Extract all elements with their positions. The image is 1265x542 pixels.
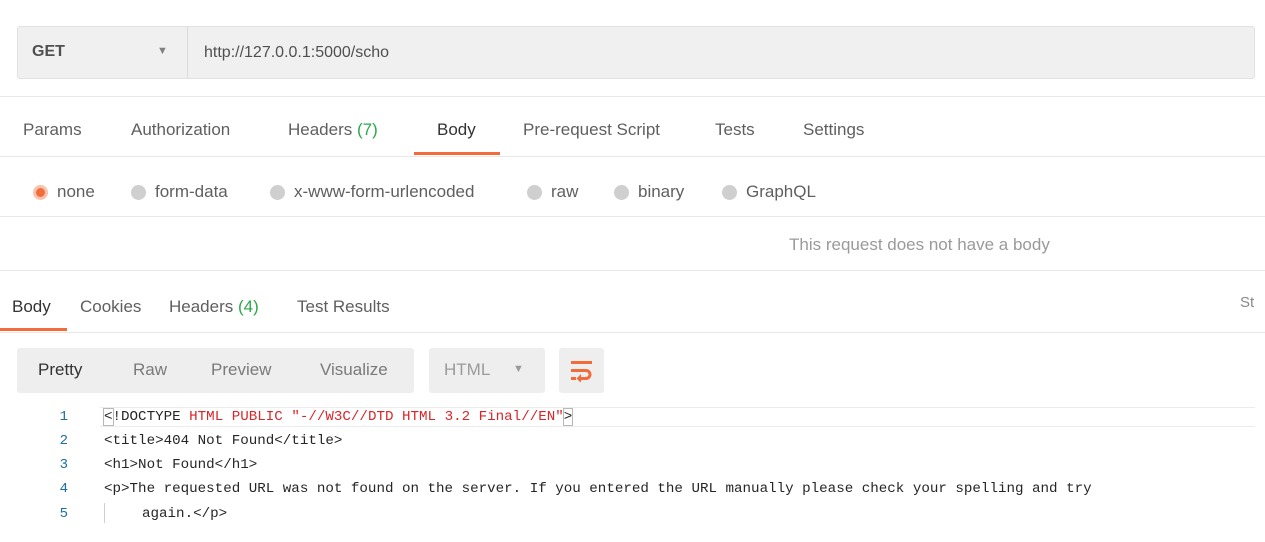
url-bar: GET ▼ bbox=[17, 26, 1255, 79]
url-input[interactable] bbox=[188, 27, 1254, 78]
radio-raw[interactable]: raw bbox=[527, 182, 578, 202]
tab-authorization[interactable]: Authorization bbox=[131, 120, 230, 140]
status-label: St bbox=[1240, 294, 1255, 311]
code-line-4: <p>The requested URL was not found on th… bbox=[104, 481, 1092, 497]
line-number: 4 bbox=[59, 481, 68, 497]
radio-icon bbox=[270, 184, 285, 200]
method-label: GET bbox=[32, 43, 65, 60]
line-number: 3 bbox=[59, 457, 68, 473]
response-headers-count: (4) bbox=[238, 297, 259, 316]
code-line-3: <h1>Not Found</h1> bbox=[104, 457, 258, 473]
radio-icon bbox=[614, 184, 629, 200]
divider bbox=[0, 270, 1265, 271]
radio-form-data[interactable]: form-data bbox=[131, 182, 228, 202]
active-tab-indicator bbox=[414, 152, 500, 155]
no-body-message: This request does not have a body bbox=[789, 235, 1050, 254]
tab-tests[interactable]: Tests bbox=[715, 120, 755, 140]
divider bbox=[0, 96, 1265, 97]
tab-body[interactable]: Body bbox=[437, 120, 476, 140]
tab-params[interactable]: Params bbox=[23, 120, 82, 140]
radio-binary[interactable]: binary bbox=[614, 182, 684, 202]
code-line-2: <title>404 Not Found</title> bbox=[104, 433, 343, 449]
view-raw-button[interactable]: Raw bbox=[133, 360, 167, 380]
radio-graphql[interactable]: GraphQL bbox=[722, 182, 816, 202]
tab-pre-request-script[interactable]: Pre-request Script bbox=[523, 120, 660, 140]
radio-icon bbox=[131, 184, 146, 200]
line-number: 5 bbox=[59, 506, 68, 522]
view-pretty-button[interactable]: Pretty bbox=[38, 360, 82, 380]
view-preview-button[interactable]: Preview bbox=[211, 360, 271, 380]
active-response-tab-indicator bbox=[0, 328, 67, 331]
response-tab-body[interactable]: Body bbox=[12, 297, 51, 317]
radio-icon bbox=[722, 184, 737, 200]
chevron-down-icon: ▼ bbox=[157, 45, 168, 57]
radio-x-www-form-urlencoded[interactable]: x-www-form-urlencoded bbox=[270, 182, 474, 202]
radio-selected-icon bbox=[33, 184, 48, 200]
view-visualize-button[interactable]: Visualize bbox=[320, 360, 388, 380]
divider bbox=[0, 332, 1265, 333]
indent-guide bbox=[104, 503, 105, 523]
method-select[interactable]: GET ▼ bbox=[18, 27, 188, 78]
response-tab-cookies[interactable]: Cookies bbox=[80, 297, 141, 317]
response-tab-test-results[interactable]: Test Results bbox=[297, 297, 390, 317]
line-number: 1 bbox=[59, 409, 68, 425]
wrap-lines-icon bbox=[571, 361, 592, 382]
divider bbox=[0, 216, 1265, 217]
radio-icon bbox=[527, 184, 542, 200]
tab-settings[interactable]: Settings bbox=[803, 120, 864, 140]
response-tab-headers[interactable]: Headers (4) bbox=[169, 297, 259, 317]
divider bbox=[0, 156, 1265, 157]
language-label: HTML bbox=[444, 360, 491, 379]
code-line-5: again.</p> bbox=[142, 506, 228, 522]
chevron-down-icon: ▼ bbox=[513, 363, 524, 375]
line-number: 2 bbox=[59, 433, 68, 449]
tab-headers[interactable]: Headers (7) bbox=[288, 120, 378, 140]
headers-count: (7) bbox=[357, 120, 378, 139]
code-line-1: <!DOCTYPE HTML PUBLIC "-//W3C//DTD HTML … bbox=[103, 408, 574, 426]
radio-none[interactable]: none bbox=[33, 182, 95, 202]
